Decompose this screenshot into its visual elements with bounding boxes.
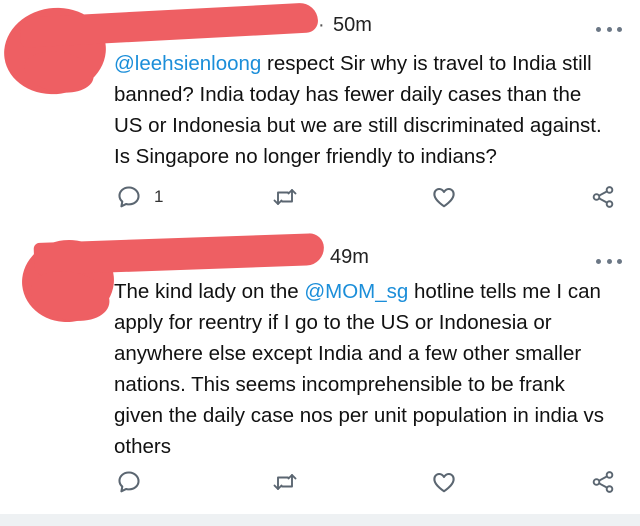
tweet[interactable]: 49m The kind lady on the @MOM_sg hotline… — [0, 232, 640, 514]
share-icon — [592, 471, 614, 493]
share-icon — [592, 186, 614, 208]
heart-icon — [433, 187, 455, 208]
reply-button[interactable]: 1 — [116, 180, 163, 214]
tweet[interactable]: · 50m @leehsienloong respect Sir why is … — [0, 0, 640, 232]
reply-count: 1 — [154, 187, 164, 206]
retweet-icon — [273, 474, 297, 490]
speech-bubble-icon — [118, 471, 140, 493]
like-button[interactable] — [430, 465, 458, 499]
heart-icon — [433, 472, 455, 493]
retweet-button[interactable] — [271, 465, 299, 499]
speech-bubble-icon — [118, 186, 140, 208]
retweet-icon — [273, 189, 297, 205]
share-button[interactable] — [590, 180, 616, 214]
tweet-actions: 1 — [0, 180, 640, 214]
reply-button[interactable] — [116, 465, 154, 499]
tweet-body: hotline tells me I can apply for reentry… — [114, 280, 605, 458]
retweet-button[interactable] — [271, 180, 299, 214]
bottom-divider — [0, 514, 640, 526]
tweet-text: The kind lady on the @MOM_sg hotline tel… — [114, 276, 614, 462]
tweet-timestamp[interactable]: 49m — [330, 245, 369, 269]
tweet-actions — [0, 465, 640, 499]
mention-link[interactable]: @leehsienloong — [114, 52, 261, 75]
more-dots-icon[interactable] — [596, 25, 622, 33]
tweet-body: The kind lady on the — [114, 280, 305, 303]
tweet-text: @leehsienloong respect Sir why is travel… — [114, 48, 614, 172]
tweet-timestamp[interactable]: 50m — [333, 13, 372, 37]
share-button[interactable] — [590, 465, 616, 499]
redacted-username — [33, 232, 325, 276]
more-dots-icon[interactable] — [596, 257, 622, 265]
like-button[interactable] — [430, 180, 458, 214]
mention-link[interactable]: @MOM_sg — [304, 280, 408, 303]
separator-dot: · — [318, 14, 325, 36]
